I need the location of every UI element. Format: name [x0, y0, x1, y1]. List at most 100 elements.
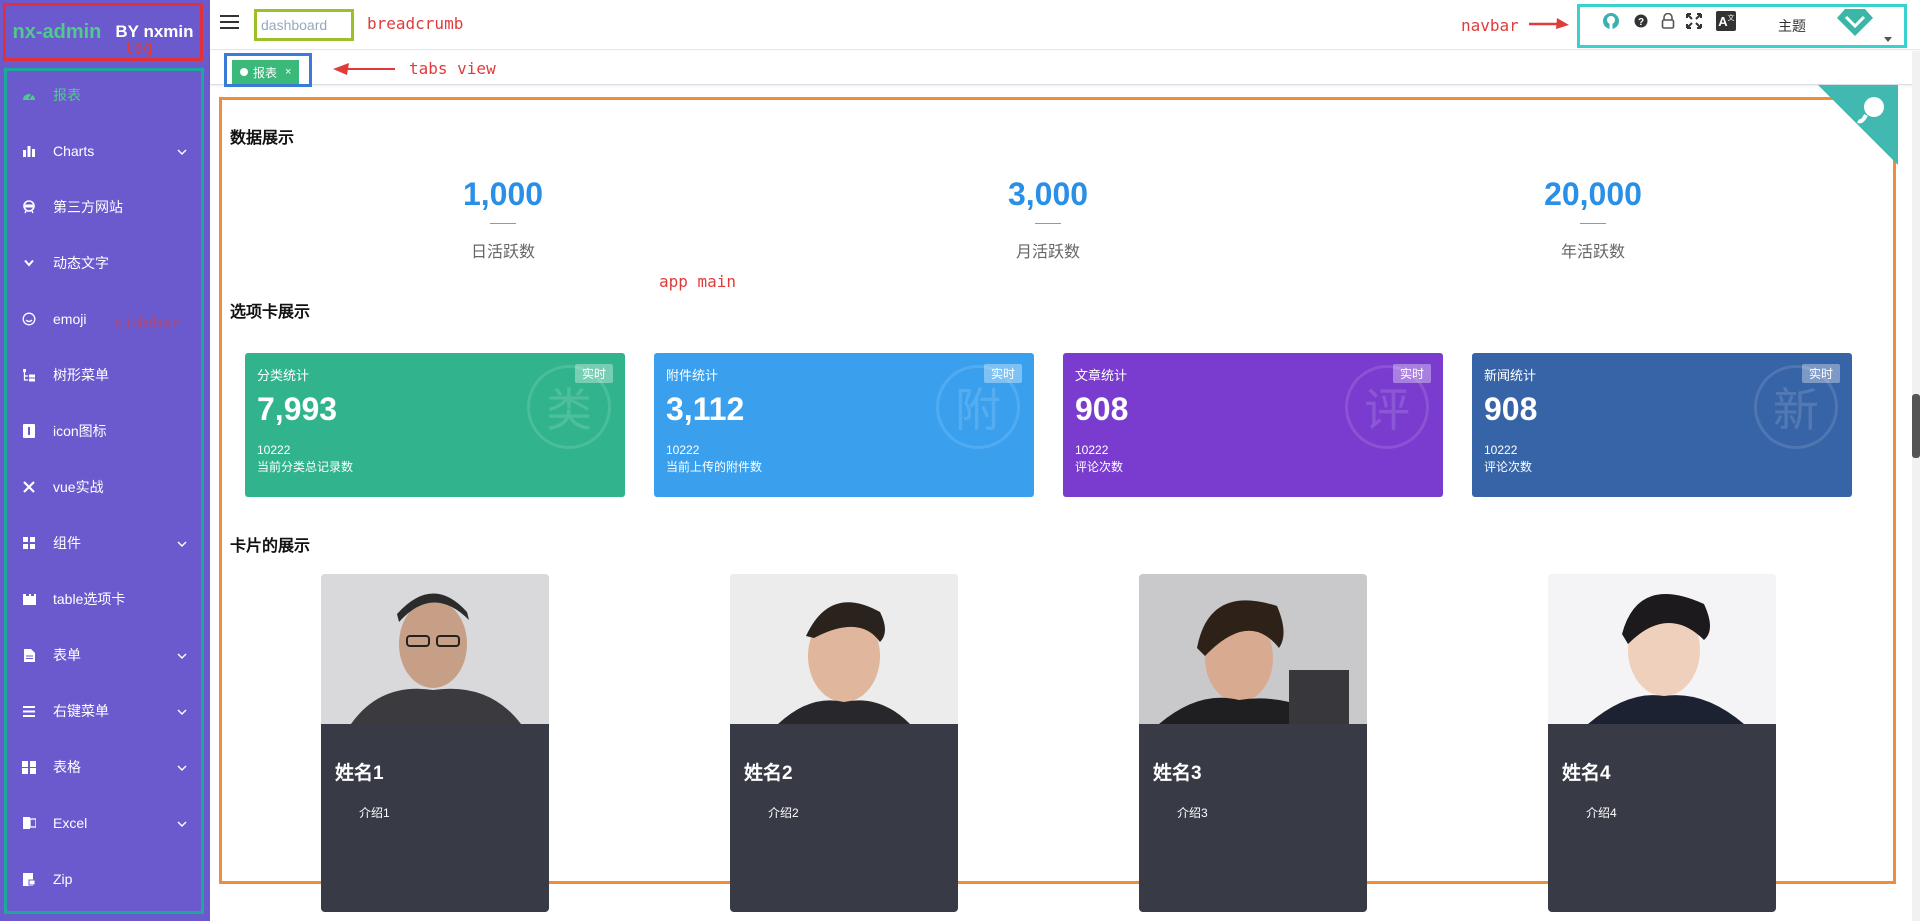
fullscreen-icon[interactable]	[1686, 13, 1702, 34]
card-value: 3,112	[666, 391, 745, 427]
section-title-cards: 卡片的展示	[230, 538, 311, 555]
sidebar-item-excel[interactable]: Excel	[7, 803, 201, 843]
emoji-icon	[21, 311, 37, 327]
card-sub-value: 10222	[1075, 443, 1109, 457]
person-intro: 介绍3	[1177, 806, 1208, 820]
chevron-down-icon	[21, 255, 37, 271]
person-photo	[1548, 574, 1776, 724]
breadcrumb[interactable]: dashboard	[254, 9, 354, 41]
tab-report[interactable]: 报表 ×	[232, 60, 300, 84]
stat-card-category[interactable]: 类 分类统计 实时 7,993 10222 当前分类总记录数	[245, 353, 625, 497]
person-photo	[1139, 574, 1367, 724]
form-icon	[21, 647, 37, 663]
breadcrumb-annotation: breadcrumb	[367, 14, 464, 33]
translate-icon[interactable]: A文	[1716, 11, 1736, 36]
component-icon	[21, 535, 37, 551]
dashboard-icon	[21, 87, 37, 103]
card-value: 908	[1484, 391, 1538, 427]
card-title: 新闻统计	[1484, 368, 1537, 383]
active-dot-icon	[240, 68, 248, 76]
hamburger-icon[interactable]	[220, 14, 240, 35]
sidebar-item-label: 报表	[53, 87, 81, 103]
section-title-data: 数据展示	[230, 130, 295, 147]
sidebar-item-context-menu[interactable]: 右键菜单	[7, 691, 201, 731]
link-icon	[21, 199, 37, 215]
person-name: 姓名3	[1153, 763, 1202, 784]
tabs-view-annotation: tabs view	[409, 59, 496, 78]
github-corner-icon[interactable]	[1818, 85, 1898, 170]
sidebar-item-icon[interactable]: icon图标	[7, 411, 201, 451]
person-card[interactable]: 姓名4 介绍4	[1548, 574, 1776, 912]
person-overlay: 姓名3 介绍3	[1139, 724, 1367, 912]
sidebar-item-table[interactable]: 表格	[7, 747, 201, 787]
chevron-down-icon	[177, 143, 187, 159]
sidebar-item-components[interactable]: 组件	[7, 523, 201, 563]
section-title-tabs: 选项卡展示	[230, 304, 311, 321]
sidebar-item-zip[interactable]: Zip	[7, 859, 201, 899]
person-card[interactable]: 姓名1 介绍1	[321, 574, 549, 912]
card-sub-value: 10222	[1484, 443, 1518, 457]
sidebar-item-tree-menu[interactable]: 树形菜单	[7, 355, 201, 395]
theme-label[interactable]: 主题	[1778, 16, 1806, 36]
logo[interactable]: nx-admin BY nxmin	[3, 3, 203, 61]
person-photo	[730, 574, 958, 724]
sidebar-item-label: 右键菜单	[53, 703, 109, 719]
card-sub-label: 当前分类总记录数	[257, 460, 354, 474]
card-title: 分类统计	[257, 368, 310, 383]
github-icon[interactable]	[1602, 12, 1620, 35]
chevron-down-icon	[177, 703, 187, 719]
person-overlay: 姓名4 介绍4	[1548, 724, 1776, 912]
chevron-down-icon	[177, 759, 187, 775]
sidebar-item-dynamic-text[interactable]: 动态文字	[7, 243, 201, 283]
stat-card-attachments[interactable]: 附 附件统计 实时 3,112 10222 当前上传的附件数	[654, 353, 1034, 497]
stat-daily: 1,000 日活跃数	[403, 176, 603, 262]
card-title: 文章统计	[1075, 368, 1128, 383]
chevron-down-icon	[177, 647, 187, 663]
scrollbar-thumb[interactable]	[1912, 394, 1920, 458]
person-photo	[321, 574, 549, 724]
logo-annotation: log	[124, 38, 153, 57]
tags-view: 报表 × tabs view	[210, 51, 1920, 87]
tab-label: 报表	[253, 65, 278, 80]
sidebar-item-label: emoji	[53, 311, 87, 327]
sidebar-item-label: Zip	[53, 871, 73, 887]
sidebar-item-label: 第三方网站	[53, 199, 123, 215]
stat-value: 3,000	[1007, 176, 1089, 212]
sidebar-item-table-tabs[interactable]: table选项卡	[7, 579, 201, 619]
person-overlay: 姓名1 介绍1	[321, 724, 549, 912]
sidebar-item-report[interactable]: 报表	[7, 75, 201, 115]
lock-icon[interactable]	[1661, 12, 1675, 34]
bar-chart-icon	[21, 143, 37, 159]
realtime-badge: 实时	[1801, 364, 1840, 383]
caret-down-icon[interactable]	[1884, 30, 1892, 48]
stat-card-news[interactable]: 新 新闻统计 实时 908 10222 评论次数	[1472, 353, 1852, 497]
tab-close-icon[interactable]: ×	[285, 66, 291, 78]
person-intro: 介绍1	[359, 806, 390, 820]
realtime-badge: 实时	[1392, 364, 1431, 383]
card-title: 附件统计	[666, 368, 719, 383]
sidebar-item-emoji[interactable]: emoji	[7, 299, 201, 339]
sidebar-item-charts[interactable]: Charts	[7, 131, 201, 171]
sidebar: nx-admin BY nxmin log sidebar 报表 Charts …	[0, 0, 210, 921]
table-icon	[21, 759, 37, 775]
card-sub-value: 10222	[257, 443, 291, 457]
navbar-annotation: navbar	[1461, 16, 1519, 35]
person-name: 姓名4	[1562, 763, 1611, 784]
help-icon[interactable]: ?	[1634, 14, 1648, 33]
scrollbar[interactable]	[1912, 51, 1920, 921]
person-name: 姓名2	[744, 763, 793, 784]
sidebar-item-form[interactable]: 表单	[7, 635, 201, 675]
realtime-badge: 实时	[574, 364, 613, 383]
sidebar-menu: sidebar 报表 Charts 第三方网站 动态文字 emoji 树形菜单 …	[4, 68, 204, 914]
sidebar-item-third-party[interactable]: 第三方网站	[7, 187, 201, 227]
stat-label: 年活跃数	[1560, 244, 1625, 261]
logo-name: nx-admin	[12, 20, 102, 43]
avatar[interactable]	[1835, 7, 1875, 42]
sidebar-item-vue[interactable]: vue实战	[7, 467, 201, 507]
stat-card-articles[interactable]: 评 文章统计 实时 908 10222 评论次数	[1063, 353, 1443, 497]
person-card[interactable]: 姓名2 介绍2	[730, 574, 958, 912]
stat-value: 20,000	[1544, 176, 1642, 212]
breadcrumb-item[interactable]: dashboard	[261, 17, 327, 33]
person-card[interactable]: 姓名3 介绍3	[1139, 574, 1367, 912]
card-sub-value: 10222	[666, 443, 700, 457]
